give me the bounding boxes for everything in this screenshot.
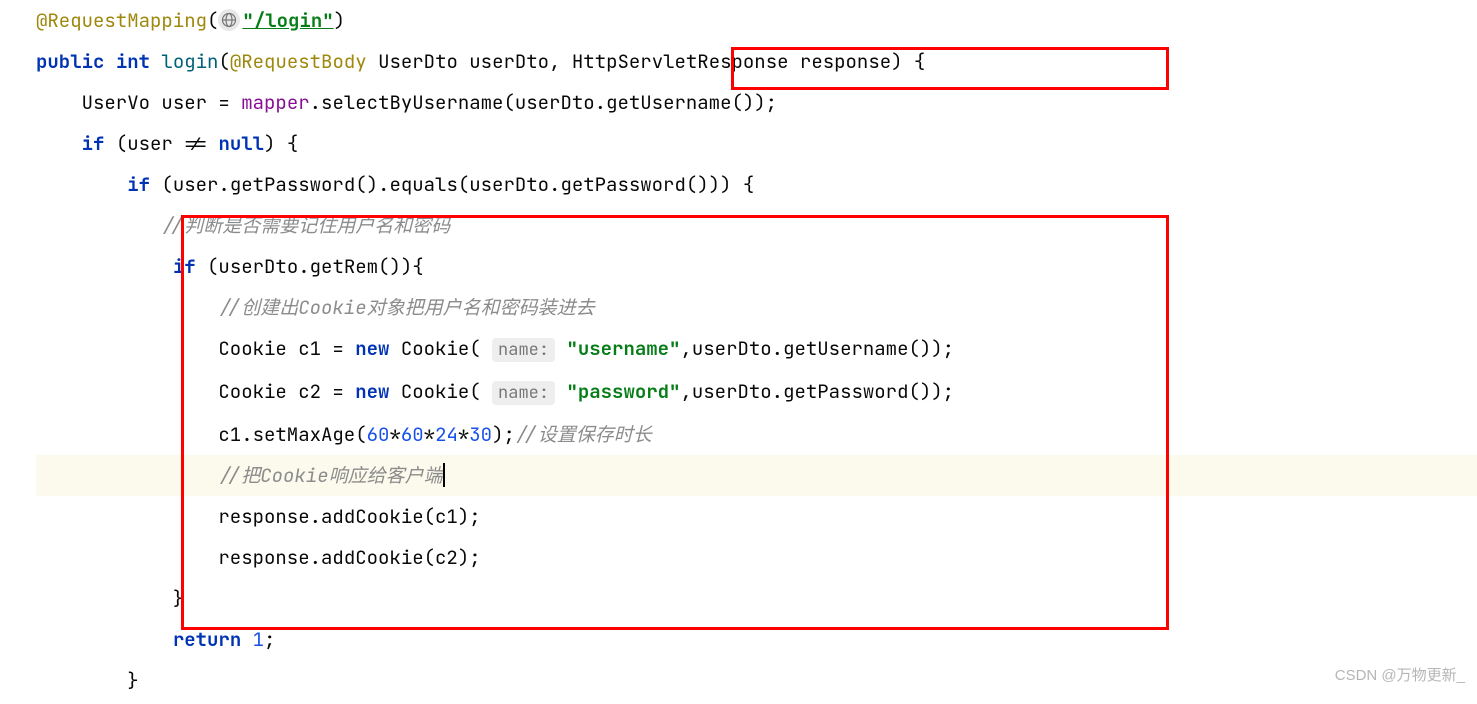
comment-maxage: //设置保存时长 [515, 422, 652, 447]
method-add-cookie: addCookie [321, 504, 424, 529]
code-line: return 1; [36, 619, 1477, 660]
keyword-if: if [82, 131, 105, 156]
var-c1: c1 [298, 336, 321, 361]
keyword-public: public [36, 49, 104, 74]
param-hint-name: name: [492, 338, 555, 362]
number-60: 60 [367, 422, 390, 447]
annotation-request-body: @RequestBody [230, 49, 367, 74]
code-line: if (user != null) { [36, 123, 1477, 164]
number-1: 1 [253, 627, 264, 652]
method-login: login [161, 49, 218, 74]
type-cookie: Cookie [218, 336, 286, 361]
method-get-password: getPassword [560, 172, 685, 197]
code-line: response.addCookie(c2); [36, 537, 1477, 578]
keyword-return: return [173, 627, 241, 652]
string-login-path: "/login" [242, 8, 333, 33]
code-line: } [36, 578, 1477, 619]
field-mapper: mapper [241, 90, 309, 115]
number-30: 30 [469, 422, 492, 447]
method-get-username: getUsername [606, 90, 731, 115]
code-line: //创建出Cookie对象把用户名和密码装进去 [36, 287, 1477, 328]
type-cookie: Cookie [218, 379, 286, 404]
param-hint-name: name: [492, 381, 555, 405]
code-line: response.addCookie(c1); [36, 496, 1477, 537]
watermark: CSDN @万物更新_ [1335, 655, 1465, 696]
keyword-null: null [218, 131, 264, 156]
globe-icon [218, 9, 240, 31]
keyword-new: new [355, 336, 389, 361]
string-password: "password" [566, 379, 680, 404]
keyword-int: int [116, 49, 150, 74]
keyword-if: if [127, 172, 150, 197]
number-60: 60 [401, 422, 424, 447]
number-24: 24 [435, 422, 458, 447]
var-user: user [161, 90, 207, 115]
text-cursor [443, 463, 445, 487]
method-get-password: getPassword [230, 172, 355, 197]
comment-remember: //判断是否需要记住用户名和密码 [161, 213, 450, 238]
code-line: c1.setMaxAge(60*60*24*30);//设置保存时长 [36, 414, 1477, 455]
method-get-password: getPassword [783, 379, 908, 404]
code-line: if (userDto.getRem()){ [36, 246, 1477, 287]
param-userdto: userDto [469, 49, 549, 74]
param-response: response [800, 49, 891, 74]
method-get-rem: getRem [310, 254, 378, 279]
type-userdto: UserDto [378, 49, 458, 74]
code-line: //判断是否需要记住用户名和密码 [36, 205, 1477, 246]
keyword-if: if [173, 254, 196, 279]
method-get-username: getUsername [783, 336, 908, 361]
type-httpservletresponse: HttpServletResponse [572, 49, 789, 74]
code-line: @RequestMapping("/login") [36, 0, 1477, 41]
string-username: "username" [566, 336, 680, 361]
annotation-request-mapping: @RequestMapping [36, 8, 207, 33]
code-line-active: //把Cookie响应给客户端 [36, 455, 1477, 496]
method-select-by-username: selectByUsername [321, 90, 503, 115]
comment-response-cookie: //把Cookie响应给客户端 [218, 463, 442, 488]
var-c2: c2 [298, 379, 321, 404]
code-line: } [36, 660, 1477, 701]
code-line: public int login(@RequestBody UserDto us… [36, 41, 1477, 82]
method-add-cookie: addCookie [321, 545, 424, 570]
comment-create-cookie: //创建出Cookie对象把用户名和密码装进去 [218, 295, 594, 320]
code-line: if (user.getPassword().equals(userDto.ge… [36, 164, 1477, 205]
method-equals: equals [389, 172, 457, 197]
code-line: Cookie c2 = new Cookie( name: "password"… [36, 371, 1477, 414]
code-line: Cookie c1 = new Cookie( name: "username"… [36, 328, 1477, 371]
code-line: UserVo user = mapper.selectByUsername(us… [36, 82, 1477, 123]
method-set-max-age: setMaxAge [253, 422, 356, 447]
type-uservo: UserVo [82, 90, 150, 115]
code-editor: @RequestMapping("/login") public int log… [0, 0, 1477, 701]
keyword-new: new [355, 379, 389, 404]
